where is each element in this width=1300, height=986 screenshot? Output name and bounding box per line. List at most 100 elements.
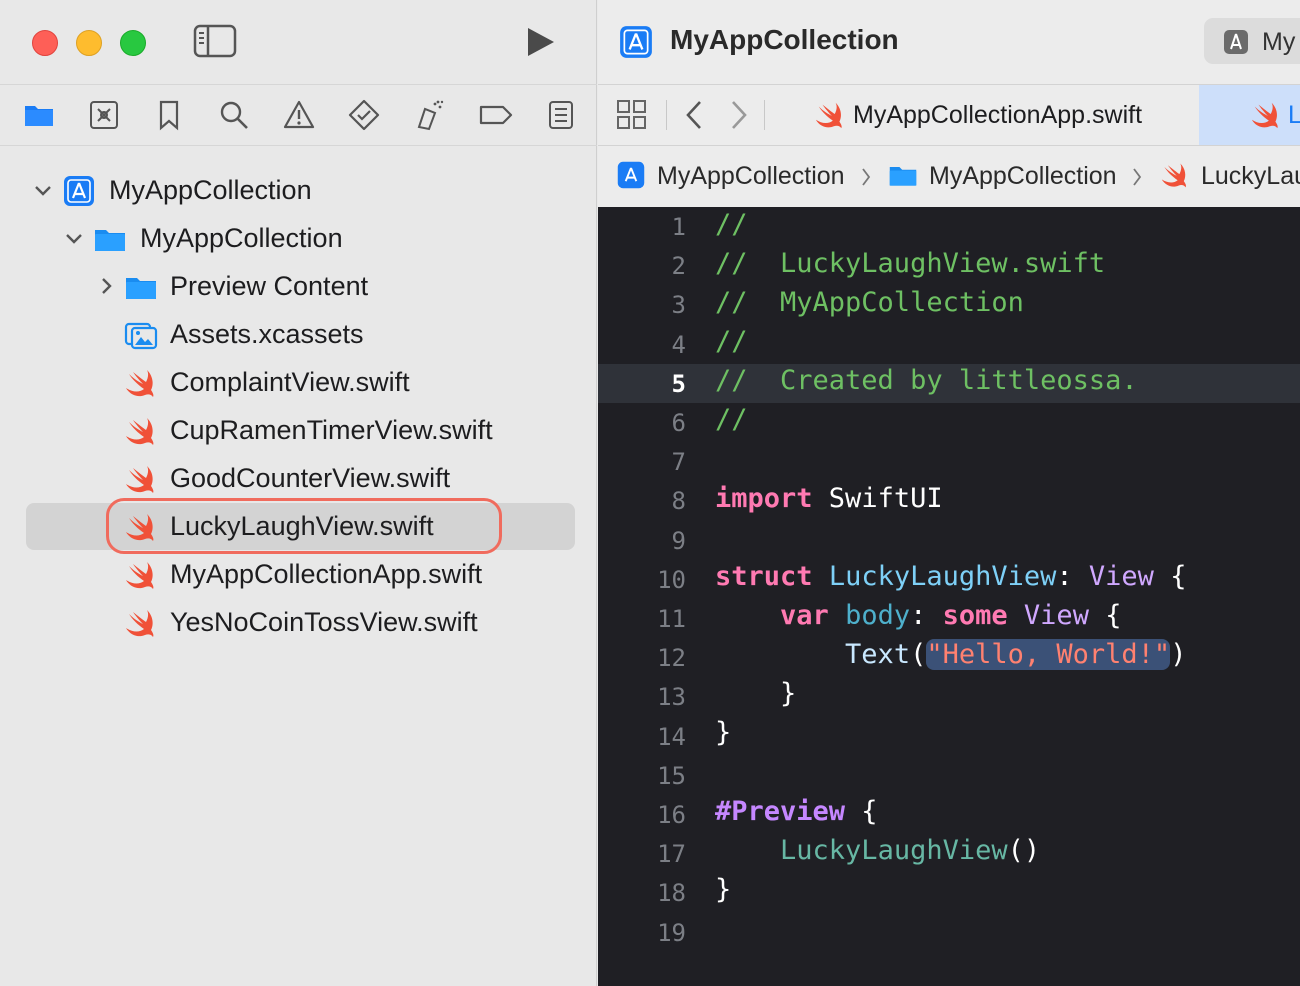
xcode-project-icon [617, 161, 645, 189]
tree-item-project[interactable]: MyAppCollection [0, 168, 597, 216]
tab-label: L [1288, 101, 1300, 129]
code-line-4: // [715, 326, 748, 357]
tree-item-file[interactable]: CupRamenTimerView.swift [0, 408, 597, 456]
tree-item-folder-preview-content[interactable]: Preview Content [0, 264, 597, 312]
source-control-icon[interactable] [88, 99, 120, 131]
zoom-window-button[interactable] [120, 30, 146, 56]
selection-annotation-ring [106, 498, 502, 554]
asset-catalog-icon [124, 322, 158, 350]
tree-item-file[interactable]: ComplaintView.swift [0, 360, 597, 408]
swift-file-icon [126, 610, 154, 637]
line-number: 16 [657, 801, 686, 829]
tree-item-label: GoodCounterView.swift [170, 463, 451, 493]
tree-item-label: ComplaintView.swift [170, 367, 410, 397]
breadcrumb: MyAppCollection MyAppCollection LuckyLau [598, 146, 1300, 206]
close-window-button[interactable] [32, 30, 58, 56]
tab-divider [666, 100, 667, 130]
tree-item-file[interactable]: GoodCounterView.swift [0, 456, 597, 504]
tree-item-file[interactable]: YesNoCoinTossView.swift [0, 600, 597, 648]
swift-file-icon [126, 466, 154, 493]
tree-item-label: MyAppCollection [140, 223, 343, 253]
navigator-divider [0, 145, 597, 146]
breadcrumb-item[interactable]: MyAppCollection [657, 162, 845, 191]
line-number: 14 [657, 722, 686, 751]
chevron-down-icon[interactable] [32, 179, 54, 201]
report-icon[interactable] [545, 99, 577, 131]
tree-item-label: MyAppCollection [109, 175, 312, 205]
line-number: 13 [657, 683, 686, 712]
chevron-right-icon [862, 168, 871, 186]
bookmark-icon[interactable] [153, 99, 185, 131]
tree-item-label: YesNoCoinTossView.swift [170, 607, 478, 637]
line-number: 18 [657, 879, 686, 908]
breadcrumb-item[interactable]: MyAppCollection [929, 162, 1117, 191]
tab-divider [764, 100, 765, 130]
line-number: 8 [671, 487, 686, 516]
sidebar-toggle-icon[interactable] [193, 24, 237, 58]
tree-item-folder-myappcollection[interactable]: MyAppCollection [0, 216, 597, 264]
app-target-icon [1224, 30, 1248, 54]
code-line-5: // Created by littleossa. [715, 365, 1138, 396]
scheme-label: My [1262, 28, 1296, 56]
swift-file-icon [126, 562, 154, 589]
code-line-14: } [715, 717, 732, 748]
breadcrumb-item[interactable]: LuckyLau [1201, 162, 1300, 191]
code-line-17: LuckyLaughView() [780, 835, 1041, 866]
grid-icon[interactable] [615, 98, 649, 132]
code-line-2: // LuckyLaughView.swift [715, 248, 1106, 279]
tree-item-assets[interactable]: Assets.xcassets [0, 312, 597, 360]
swift-file-icon [1161, 163, 1186, 188]
folder-icon[interactable] [23, 99, 55, 131]
tree-item-file[interactable]: MyAppCollectionApp.swift [0, 552, 597, 600]
navigator-selector-bar [0, 85, 597, 145]
warning-icon[interactable] [283, 99, 315, 131]
code-line-18: } [715, 874, 732, 905]
run-icon[interactable] [522, 24, 558, 60]
line-number: 2 [671, 252, 686, 281]
selected-string-literal: "Hello, World!" [926, 639, 1171, 670]
line-number: 19 [657, 918, 686, 947]
code-line-6: // [715, 404, 748, 435]
chevron-right-icon [1133, 168, 1142, 186]
line-number: 11 [657, 605, 686, 633]
code-line-16: #Preview { [715, 796, 878, 827]
tab-myappcollectionapp[interactable]: MyAppCollectionApp.swift [810, 85, 1198, 145]
line-number: 15 [657, 761, 686, 790]
chevron-right-icon[interactable] [725, 98, 751, 132]
line-number: 5 [671, 369, 686, 398]
code-line-10: struct LuckyLaughView: View { [715, 561, 1187, 592]
debug-icon[interactable] [413, 99, 445, 131]
folder-icon [126, 278, 156, 299]
line-number: 3 [671, 291, 686, 320]
line-number: 1 [671, 213, 686, 241]
line-number: 4 [671, 330, 686, 359]
test-icon[interactable] [348, 99, 380, 131]
swift-file-icon [1251, 102, 1278, 129]
code-line-1: // [715, 209, 748, 240]
tree-item-label: MyAppCollectionApp.swift [170, 559, 483, 589]
code-line-3: // MyAppCollection [715, 287, 1024, 318]
line-number: 17 [657, 840, 686, 869]
project-title: MyAppCollection [670, 24, 899, 55]
xcode-project-icon [620, 26, 652, 58]
line-number: 10 [657, 565, 686, 594]
code-line-12: Text("Hello, World!") [845, 639, 1187, 670]
minimize-window-button[interactable] [76, 30, 102, 56]
breakpoint-icon[interactable] [478, 99, 514, 131]
xcode-project-icon [64, 176, 94, 206]
tree-item-label: CupRamenTimerView.swift [170, 415, 493, 445]
chevron-down-icon[interactable] [63, 227, 85, 249]
chevron-left-icon[interactable] [682, 98, 708, 132]
line-number: 12 [657, 644, 686, 673]
chevron-right-icon[interactable] [95, 275, 117, 297]
search-icon[interactable] [218, 99, 250, 131]
swift-file-icon [126, 418, 154, 445]
navigator-sidebar: MyAppCollection MyAppCollection Preview … [0, 0, 597, 986]
code-line-11: var body: some View { [780, 600, 1122, 631]
tree-item-label: Preview Content [170, 271, 369, 301]
folder-icon [95, 230, 125, 251]
swift-file-icon [126, 370, 154, 397]
line-number: 6 [671, 409, 686, 437]
swift-file-icon [815, 102, 842, 129]
code-editor[interactable]: 1 2 3 4 5 6 7 8 9 10 11 12 13 14 15 16 17 18 19 // // Luck… [598, 207, 1300, 986]
